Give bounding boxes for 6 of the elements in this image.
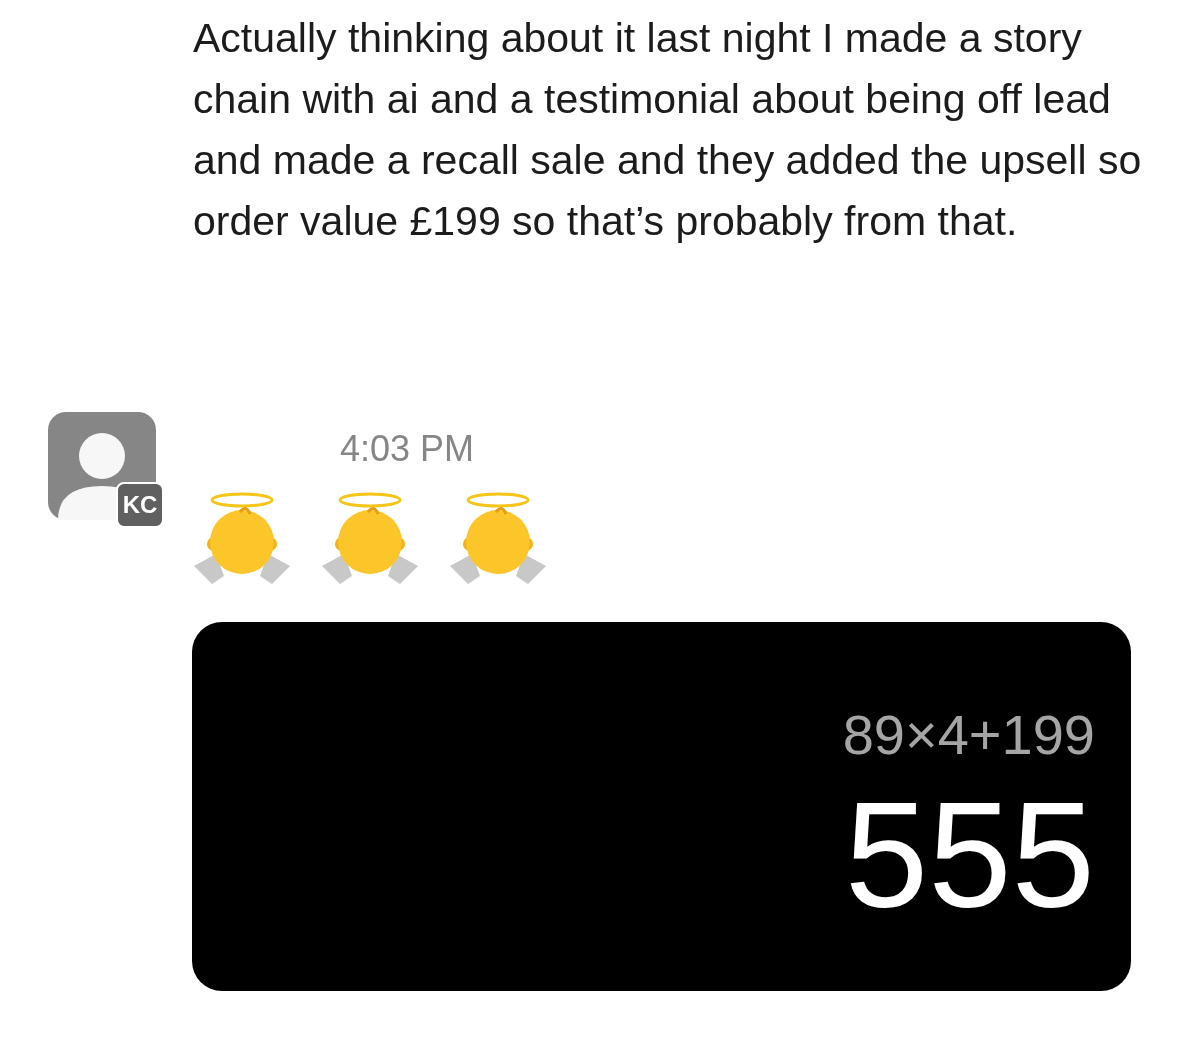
message-text: Actually thinking about it last night I made a story chain with ai and a testimonial about being off lead and made a recall sale and they added the upsell so order value £199 so that’s probably from that. — [193, 14, 1143, 246]
avatar-icon — [48, 412, 156, 520]
calculator-expression: 89×4+199 — [842, 702, 1095, 768]
timestamp: 4:03 PM — [340, 427, 475, 471]
calculator-result: 555 — [844, 770, 1095, 940]
avatar-initials: KC — [116, 482, 164, 528]
